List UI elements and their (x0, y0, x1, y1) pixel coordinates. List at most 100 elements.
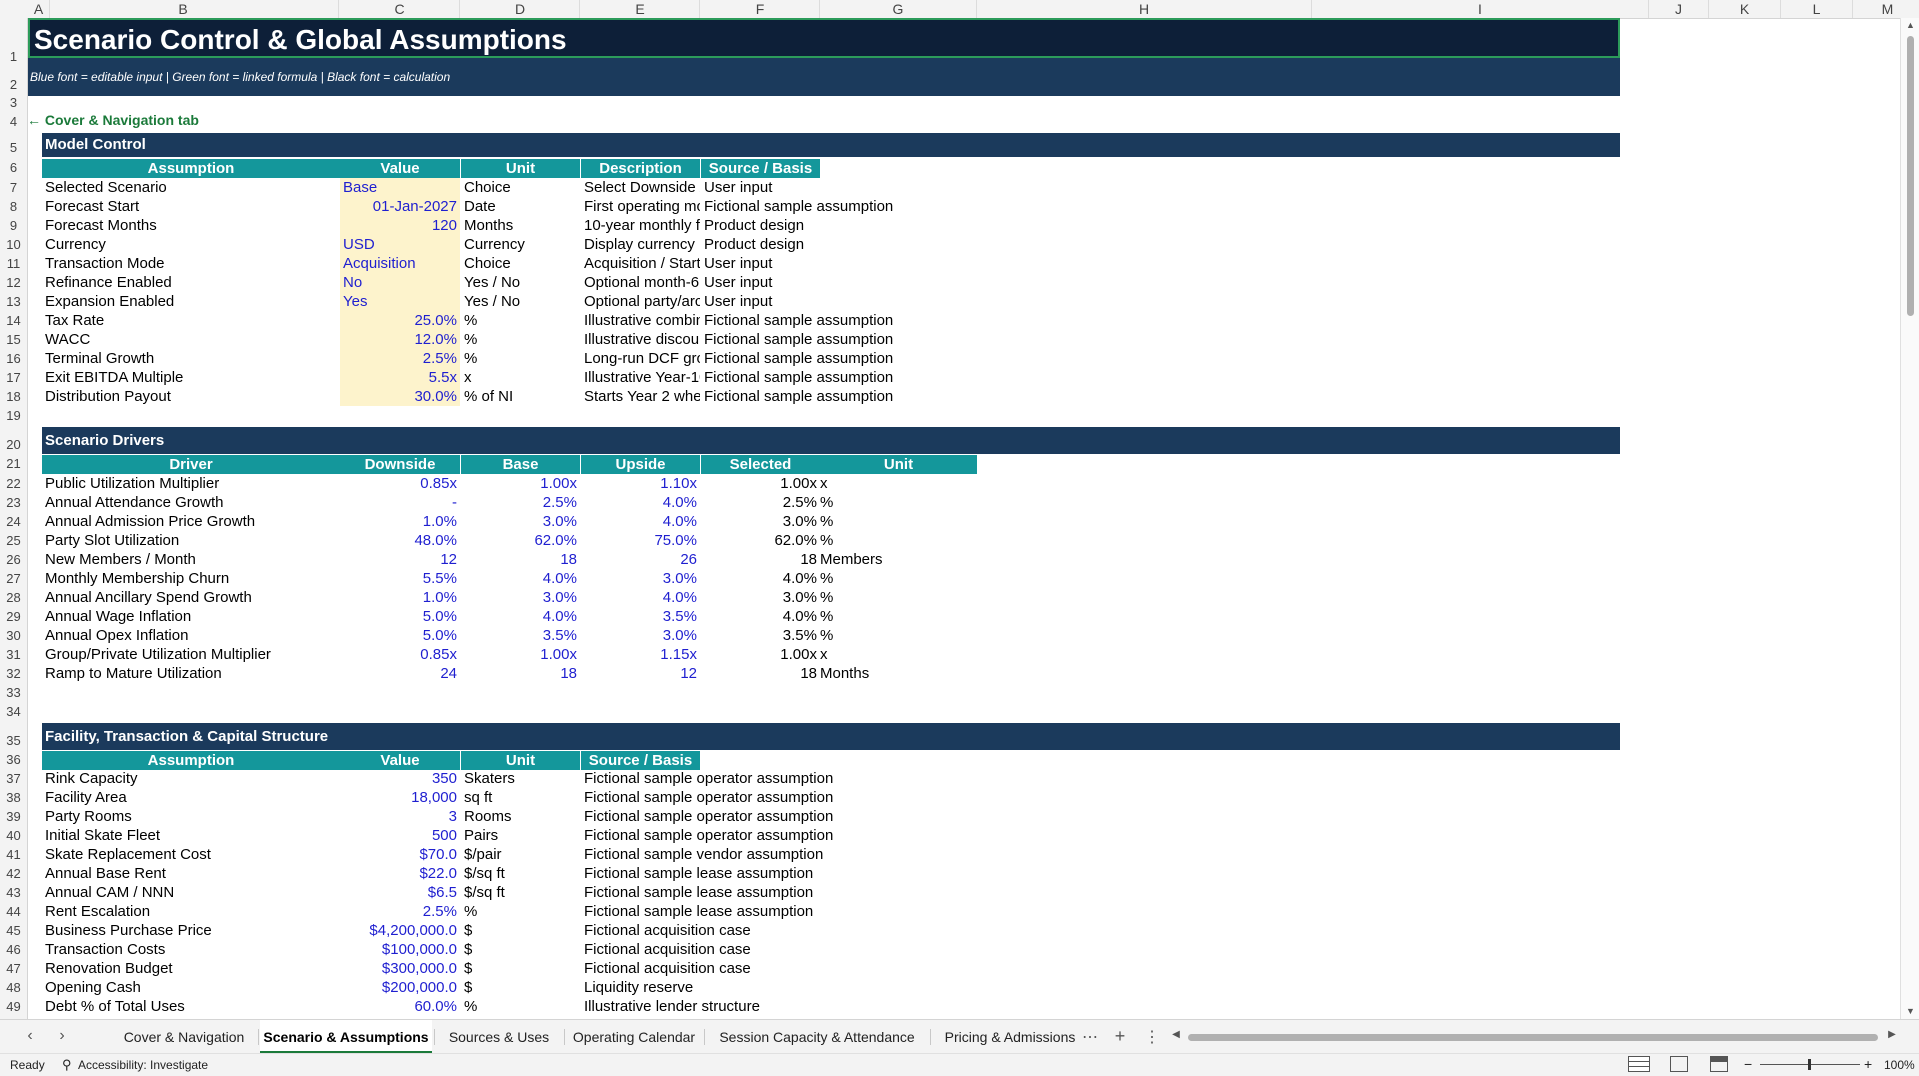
row-header-2[interactable]: 2 (0, 66, 27, 94)
row-header-38[interactable]: 38 (0, 788, 27, 807)
row-header-45[interactable]: 45 (0, 921, 27, 940)
row-header-39[interactable]: 39 (0, 807, 27, 826)
row-header-26[interactable]: 26 (0, 550, 27, 569)
sheet-tab-session-capacity-attendance[interactable]: Session Capacity & Attendance (706, 1020, 928, 1054)
zoom-out-icon[interactable]: − (1744, 1056, 1752, 1072)
column-header-l[interactable]: L (1781, 0, 1853, 18)
row-header-43[interactable]: 43 (0, 883, 27, 902)
more-sheets-icon[interactable]: ⋯ (1078, 1027, 1102, 1047)
row-header-15[interactable]: 15 (0, 330, 27, 349)
upside-value[interactable]: 3.0% (581, 626, 700, 645)
base-value[interactable]: 4.0% (461, 607, 580, 626)
assumption-input[interactable]: Base (340, 178, 460, 197)
zoom-in-icon[interactable]: + (1864, 1056, 1872, 1072)
row-header-23[interactable]: 23 (0, 493, 27, 512)
upside-value[interactable]: 75.0% (581, 531, 700, 550)
upside-value[interactable]: 4.0% (581, 493, 700, 512)
facility-input[interactable]: 350 (340, 769, 460, 788)
worksheet-grid[interactable]: Scenario Control & Global Assumptions Bl… (28, 18, 1900, 1019)
facility-input[interactable]: $200,000.0 (340, 978, 460, 997)
row-header-22[interactable]: 22 (0, 474, 27, 493)
tab-options-icon[interactable]: ⋮ (1144, 1027, 1160, 1047)
row-header-48[interactable]: 48 (0, 978, 27, 997)
column-header-d[interactable]: D (461, 0, 580, 18)
facility-input[interactable]: $4,200,000.0 (340, 921, 460, 940)
downside-value[interactable]: 0.85x (340, 474, 460, 493)
row-header-31[interactable]: 31 (0, 645, 27, 664)
downside-value[interactable]: 5.5% (340, 569, 460, 588)
row-header-21[interactable]: 21 (0, 454, 27, 474)
add-sheet-icon[interactable]: + (1108, 1026, 1132, 1047)
base-value[interactable]: 2.5% (461, 493, 580, 512)
base-value[interactable]: 62.0% (461, 531, 580, 550)
facility-input[interactable]: 18,000 (340, 788, 460, 807)
scroll-down-icon[interactable]: ▼ (1901, 1006, 1919, 1016)
upside-value[interactable]: 4.0% (581, 588, 700, 607)
row-header-42[interactable]: 42 (0, 864, 27, 883)
assumption-input[interactable]: 2.5% (340, 349, 460, 368)
column-header-f[interactable]: F (701, 0, 820, 18)
row-header-5[interactable]: 5 (0, 131, 27, 157)
column-header-e[interactable]: E (581, 0, 700, 18)
cover-navigation-link[interactable]: ← Cover & Navigation tab (28, 111, 324, 130)
sheet-tab-operating-calendar[interactable]: Operating Calendar (566, 1020, 702, 1054)
assumption-input[interactable]: 120 (340, 216, 460, 235)
sheet-tab-scenario-assumptions[interactable]: Scenario & Assumptions (260, 1020, 432, 1054)
downside-value[interactable]: 0.85x (340, 645, 460, 664)
row-header-37[interactable]: 37 (0, 769, 27, 788)
normal-view-icon[interactable] (1628, 1056, 1650, 1072)
base-value[interactable]: 1.00x (461, 474, 580, 493)
facility-input[interactable]: $300,000.0 (340, 959, 460, 978)
scroll-up-icon[interactable]: ▲ (1901, 20, 1919, 30)
row-header-14[interactable]: 14 (0, 311, 27, 330)
facility-input[interactable]: 500 (340, 826, 460, 845)
upside-value[interactable]: 3.5% (581, 607, 700, 626)
upside-value[interactable]: 1.10x (581, 474, 700, 493)
row-header-11[interactable]: 11 (0, 254, 27, 273)
column-header-h[interactable]: H (977, 0, 1312, 18)
downside-value[interactable]: 12 (340, 550, 460, 569)
sheet-tab-sources-uses[interactable]: Sources & Uses (436, 1020, 562, 1054)
downside-value[interactable]: 48.0% (340, 531, 460, 550)
column-header-m[interactable]: M (1853, 0, 1919, 18)
upside-value[interactable]: 26 (581, 550, 700, 569)
row-header-49[interactable]: 49 (0, 997, 27, 1016)
row-header-36[interactable]: 36 (0, 750, 27, 769)
column-header-g[interactable]: G (820, 0, 977, 18)
facility-input[interactable]: 3 (340, 807, 460, 826)
sheet-tab-pricing-admissions[interactable]: Pricing & Admissions (932, 1020, 1088, 1054)
row-header-44[interactable]: 44 (0, 902, 27, 921)
row-header-29[interactable]: 29 (0, 607, 27, 626)
base-value[interactable]: 18 (461, 550, 580, 569)
next-sheet-icon[interactable]: › (52, 1027, 72, 1045)
row-header-8[interactable]: 8 (0, 197, 27, 216)
assumption-input[interactable]: Yes (340, 292, 460, 311)
facility-input[interactable]: $70.0 (340, 845, 460, 864)
row-header-24[interactable]: 24 (0, 512, 27, 531)
row-header-9[interactable]: 9 (0, 216, 27, 235)
row-header-4[interactable]: 4 (0, 112, 27, 131)
column-header-c[interactable]: C (340, 0, 460, 18)
zoom-level[interactable]: 100% (1884, 1058, 1915, 1072)
downside-value[interactable]: - (340, 493, 460, 512)
zoom-slider-thumb[interactable] (1808, 1059, 1811, 1070)
downside-value[interactable]: 5.0% (340, 607, 460, 626)
row-header-18[interactable]: 18 (0, 387, 27, 406)
assumption-input[interactable]: 25.0% (340, 311, 460, 330)
row-header-6[interactable]: 6 (0, 157, 27, 178)
base-value[interactable]: 3.0% (461, 512, 580, 531)
page-layout-icon[interactable] (1670, 1056, 1688, 1072)
column-header-j[interactable]: J (1649, 0, 1709, 18)
row-header-40[interactable]: 40 (0, 826, 27, 845)
accessibility-status[interactable]: Accessibility: Investigate (78, 1058, 208, 1072)
page-break-preview-icon[interactable] (1710, 1056, 1728, 1072)
upside-value[interactable]: 3.0% (581, 569, 700, 588)
assumption-input[interactable]: 01-Jan-2027 (340, 197, 460, 216)
sheet-tab-cover-navigation[interactable]: Cover & Navigation (112, 1020, 256, 1054)
hscroll-right-icon[interactable]: ▶ (1884, 1029, 1900, 1040)
base-value[interactable]: 18 (461, 664, 580, 683)
horizontal-scroll-thumb[interactable] (1188, 1034, 1878, 1041)
upside-value[interactable]: 12 (581, 664, 700, 683)
row-header-41[interactable]: 41 (0, 845, 27, 864)
row-header-33[interactable]: 33 (0, 683, 27, 702)
